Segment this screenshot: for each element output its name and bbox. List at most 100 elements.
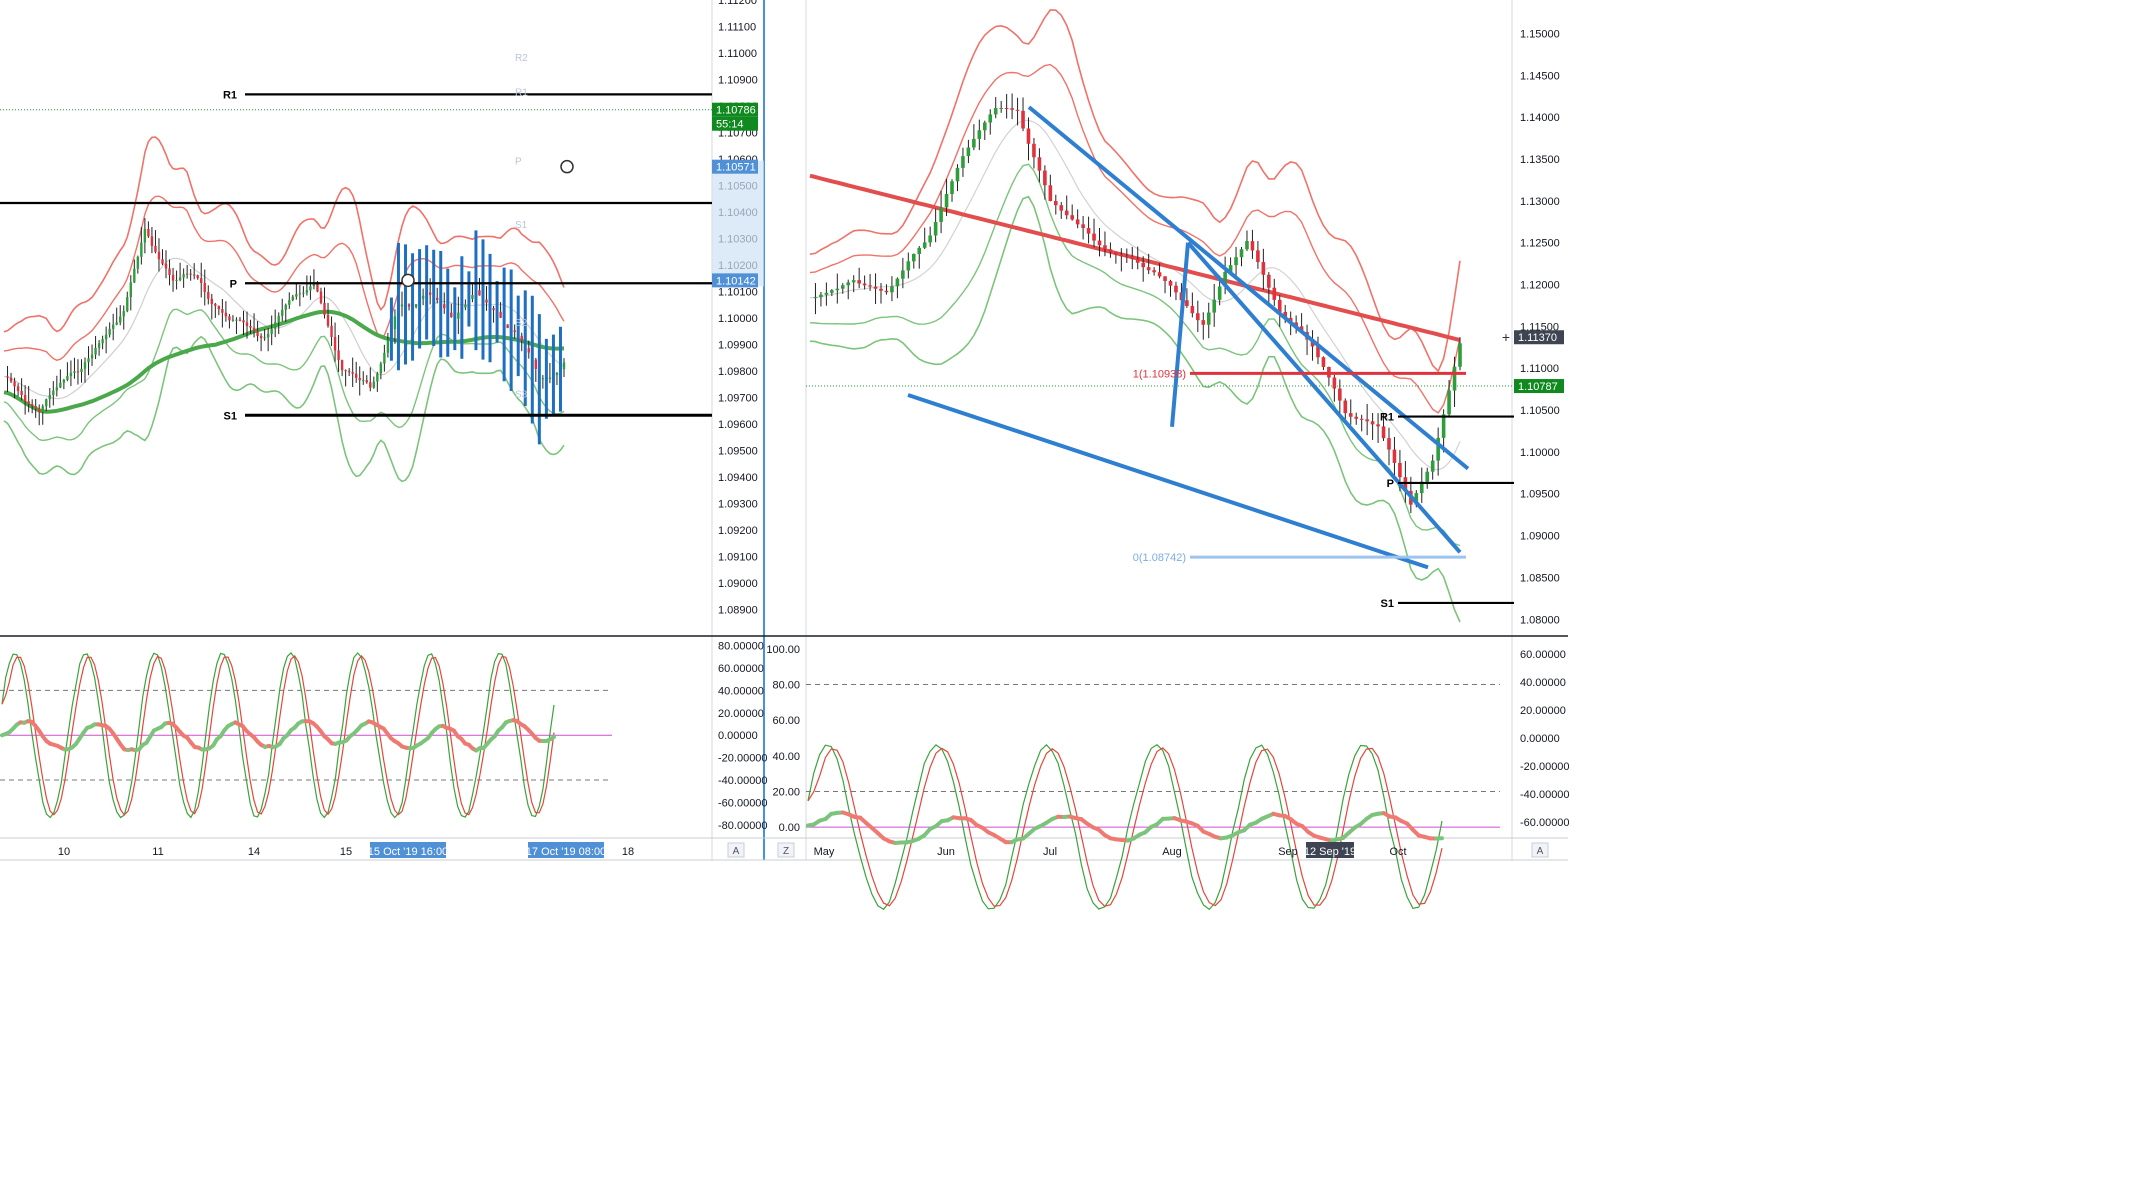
candle-body xyxy=(1109,249,1113,252)
chart-canvas[interactable]: R1PS1R2R1PS1S2S3 1(1.10938)0(1.08742)R1P… xyxy=(0,0,2146,1178)
candle-body xyxy=(1322,357,1326,367)
candle-body xyxy=(130,282,132,297)
right-time-tick: Jun xyxy=(937,846,955,858)
candle-body xyxy=(306,290,308,292)
candle-body xyxy=(355,374,357,378)
candle-body xyxy=(1038,157,1042,170)
candle-body xyxy=(274,322,276,328)
candle-body xyxy=(1130,256,1134,258)
candle-body xyxy=(1136,259,1140,263)
candle-body xyxy=(204,283,206,292)
candle-body xyxy=(814,297,818,298)
candle-body xyxy=(928,235,932,242)
right-price-tick: 1.13000 xyxy=(1520,196,1560,208)
candle-body xyxy=(1147,267,1151,270)
faint-pivot-label: S3 xyxy=(515,390,528,401)
candle-body xyxy=(1191,306,1195,313)
candle-body xyxy=(161,259,163,263)
left-oscillator-tick: -20.00000 xyxy=(718,753,768,765)
candle-body xyxy=(972,139,976,148)
candle-body xyxy=(956,168,960,181)
axis-range-highlight xyxy=(712,161,764,287)
candle-body xyxy=(334,337,336,351)
faint-pivot-label: P xyxy=(515,156,522,167)
faint-pivot-label: R1 xyxy=(515,87,528,98)
right-price-tick: 1.13500 xyxy=(1520,154,1560,166)
candle-body xyxy=(27,401,29,404)
right-price-tick: 1.14000 xyxy=(1520,112,1560,124)
price-badge-label: 1.10142 xyxy=(716,275,756,287)
candle-body xyxy=(228,316,230,320)
candle-body xyxy=(994,108,998,114)
candle-body xyxy=(1196,313,1200,320)
candle-body xyxy=(232,320,234,321)
right-price-tick: 1.09000 xyxy=(1520,531,1560,543)
left-price-tick: 1.09800 xyxy=(718,366,758,378)
candle-body xyxy=(17,386,19,391)
candle-body xyxy=(189,274,191,275)
candle-body xyxy=(154,246,156,252)
left-time-tick: 11 xyxy=(152,846,163,858)
candle-body xyxy=(1382,426,1386,438)
candle-body xyxy=(10,378,12,382)
candle-body xyxy=(1371,421,1375,424)
candle-body xyxy=(263,337,265,338)
candle-body xyxy=(63,380,65,383)
candle-body xyxy=(556,373,558,375)
marker-circle[interactable] xyxy=(402,274,414,286)
candle-body xyxy=(186,274,188,275)
candle-body xyxy=(506,324,508,327)
candle-body xyxy=(221,309,223,313)
candle-body xyxy=(323,303,325,315)
candle-body xyxy=(868,285,872,286)
candle-body xyxy=(1010,108,1014,110)
candle-body xyxy=(302,293,304,294)
candle-body xyxy=(1152,270,1156,272)
candle-body xyxy=(1098,241,1102,246)
time-highlight-label: 15 Oct '19 16:00 xyxy=(368,846,448,858)
right-oscillator-left-tick: 20.00 xyxy=(772,786,800,798)
candle-body xyxy=(934,222,938,236)
pivot-label-r1: R1 xyxy=(1380,412,1394,424)
candle-body xyxy=(999,108,1003,109)
candle-body xyxy=(383,353,385,364)
candle-body xyxy=(362,380,364,381)
candle-body xyxy=(901,270,905,278)
candle-body xyxy=(464,304,466,307)
right-price-tick: 1.08500 xyxy=(1520,572,1560,584)
candle-body xyxy=(80,369,82,372)
candle-body xyxy=(341,360,343,370)
left-time-tick: 10 xyxy=(58,846,70,858)
crosshair-plus-icon[interactable]: + xyxy=(1502,329,1510,345)
candle-body xyxy=(1333,378,1337,389)
auto-scale-button-left-label: A xyxy=(733,846,740,857)
marker-circle[interactable] xyxy=(561,161,573,173)
candle-body xyxy=(70,373,72,376)
right-price-tick: 1.14500 xyxy=(1520,70,1560,82)
right-oscillator-left-tick: 40.00 xyxy=(772,751,800,763)
candle-body xyxy=(133,269,135,283)
left-oscillator-tick: 60.00000 xyxy=(718,663,764,675)
candle-body xyxy=(1393,450,1397,463)
candle-body xyxy=(513,330,515,332)
chart-workspace: R1PS1R2R1PS1S2S3 1(1.10938)0(1.08742)R1P… xyxy=(0,0,2146,1178)
candle-body xyxy=(270,329,272,334)
left-price-tick: 1.11000 xyxy=(718,48,757,60)
candle-body xyxy=(193,275,195,276)
left-oscillator-tick: 40.00000 xyxy=(718,685,764,697)
price-badge-label: 1.10571 xyxy=(716,162,756,174)
candle-body xyxy=(1032,144,1036,157)
candle-body xyxy=(1174,286,1178,293)
candle-body xyxy=(73,371,75,372)
candle-body xyxy=(1338,389,1342,401)
candle-body xyxy=(961,156,965,168)
left-price-tick: 1.09600 xyxy=(718,419,758,431)
candle-body xyxy=(408,304,410,306)
candle-body xyxy=(1169,281,1173,286)
candle-body xyxy=(841,285,845,288)
left-price-tick: 1.09000 xyxy=(718,578,758,590)
price-badge-label: 1.10786 xyxy=(716,105,756,117)
left-oscillator-tick: 0.00000 xyxy=(718,730,758,742)
candle-body xyxy=(218,306,220,309)
candle-body xyxy=(917,248,921,254)
